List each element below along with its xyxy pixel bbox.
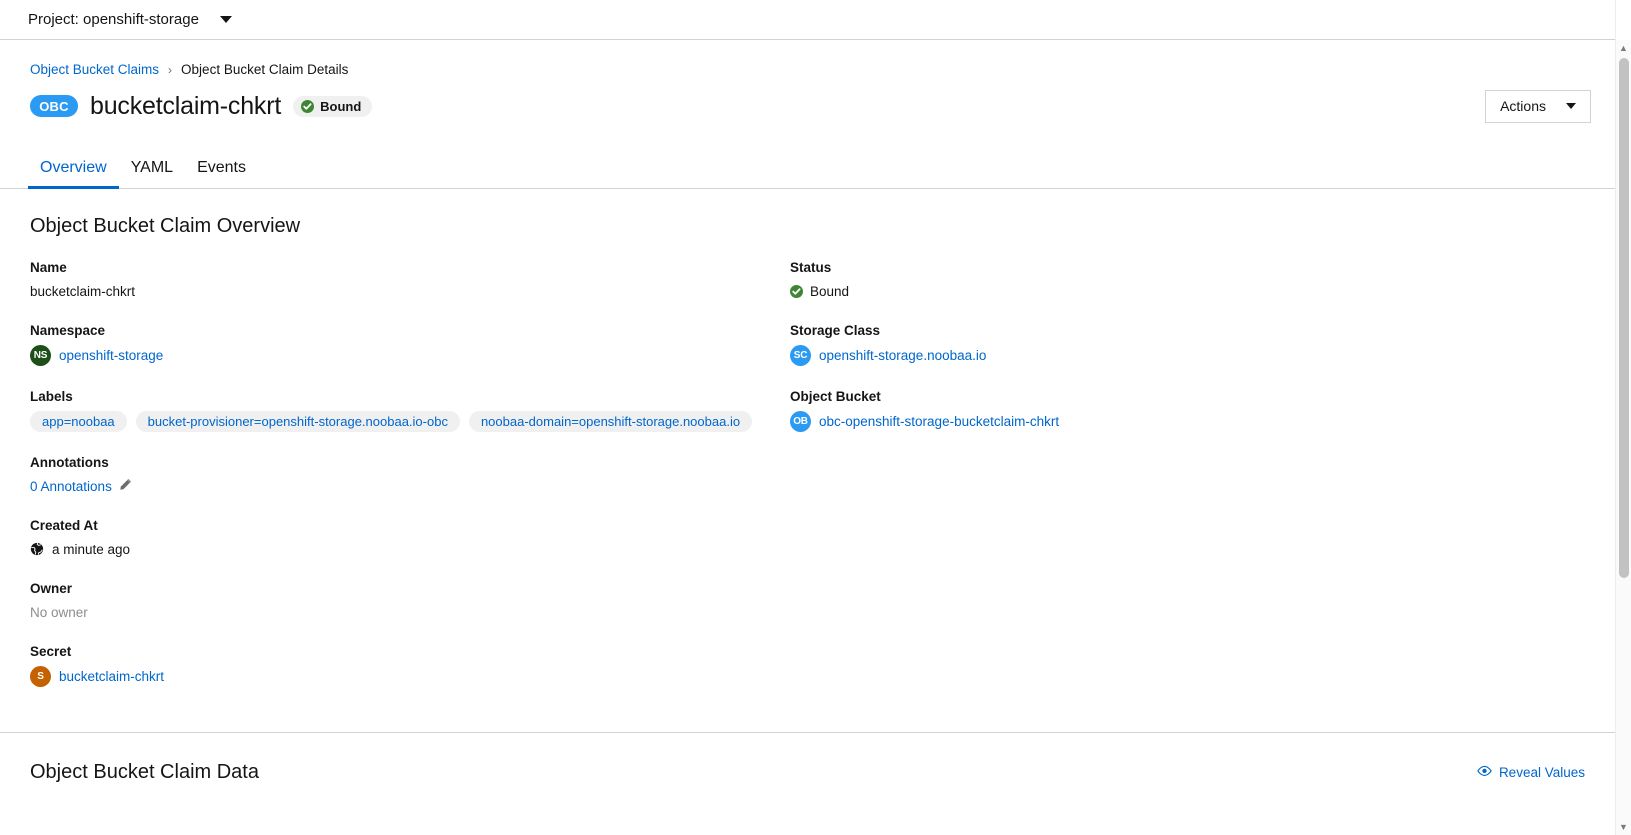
namespace-link[interactable]: openshift-storage (59, 348, 163, 363)
secret-badge-icon: S (30, 666, 51, 687)
field-namespace-label: Namespace (30, 323, 106, 338)
actions-button-label: Actions (1500, 98, 1546, 114)
field-owner-value: No owner (30, 604, 88, 620)
globe-icon (30, 542, 44, 556)
label-chip[interactable]: app=noobaa (30, 411, 127, 432)
tab-bar: Overview YAML Events (0, 145, 1615, 189)
annotations-link[interactable]: 0 Annotations (30, 479, 112, 494)
breadcrumb-current: Object Bucket Claim Details (181, 62, 349, 77)
chevron-down-icon (220, 15, 233, 23)
field-owner-label: Owner (30, 581, 73, 596)
scroll-up-arrow-icon[interactable]: ▲ (1616, 40, 1631, 56)
label-chip-list: app=noobaa bucket-provisioner=openshift-… (30, 411, 753, 432)
tab-overview-label: Overview (40, 159, 107, 176)
content-column: Project: openshift-storage Object Bucket… (0, 0, 1615, 835)
field-storage-class: Storage Class SC openshift-storage.nooba… (790, 323, 1550, 366)
pencil-icon[interactable] (119, 478, 132, 494)
check-circle-icon (790, 284, 803, 298)
actions-button[interactable]: Actions (1485, 89, 1591, 123)
overview-title: Object Bucket Claim Overview (30, 215, 301, 237)
field-annotations-value: 0 Annotations (30, 477, 790, 495)
overview-section: Object Bucket Claim Overview Name bucket… (0, 189, 1615, 710)
breadcrumb-link-object-bucket-claims[interactable]: Object Bucket Claims (30, 62, 159, 77)
field-owner: Owner No owner (30, 581, 790, 621)
field-status: Status Bound (790, 260, 1550, 300)
field-annotations-label: Annotations (30, 455, 109, 470)
tab-events-label: Events (197, 159, 246, 176)
object-bucket-claim-data-section: Object Bucket Claim Data Reveal Values (0, 733, 1615, 784)
field-labels: Labels app=noobaa bucket-provisioner=ope… (30, 389, 790, 432)
status-badge-label: Bound (320, 98, 362, 114)
details-grid: Name bucketclaim-chkrt Namespace NS open… (30, 260, 1585, 710)
field-secret-label: Secret (30, 644, 72, 659)
scrollbar-track-top (1616, 0, 1631, 40)
field-namespace-value: NS openshift-storage (30, 345, 790, 366)
breadcrumb-separator-icon: › (168, 62, 173, 77)
resource-kind-badge: OBC (30, 95, 78, 117)
storage-class-badge-icon: SC (790, 345, 811, 366)
page-root: Project: openshift-storage Object Bucket… (0, 0, 1631, 835)
field-object-bucket-label: Object Bucket (790, 389, 881, 404)
field-status-value: Bound (790, 282, 1550, 300)
project-bar: Project: openshift-storage (0, 0, 1615, 40)
page-title: bucketclaim-chkrt (90, 91, 282, 120)
field-object-bucket-value: OB obc-openshift-storage-bucketclaim-chk… (790, 411, 1550, 432)
field-object-bucket: Object Bucket OB obc-openshift-storage-b… (790, 389, 1550, 432)
field-labels-value: app=noobaa bucket-provisioner=openshift-… (30, 411, 790, 432)
secret-link[interactable]: bucketclaim-chkrt (59, 669, 164, 684)
label-chip[interactable]: noobaa-domain=openshift-storage.noobaa.i… (468, 411, 753, 432)
eye-icon (1477, 765, 1492, 780)
object-bucket-badge-icon: OB (790, 411, 811, 432)
storage-class-link[interactable]: openshift-storage.noobaa.io (819, 348, 986, 363)
tab-events[interactable]: Events (185, 159, 258, 188)
breadcrumb: Object Bucket Claims › Object Bucket Cla… (0, 40, 1615, 77)
scroll-down-arrow-icon[interactable]: ▼ (1616, 819, 1631, 835)
details-right-column: Status Bound Storage Class SC openshift-… (790, 260, 1550, 710)
field-secret: Secret S bucketclaim-chkrt (30, 644, 790, 687)
namespace-badge-icon: NS (30, 345, 51, 366)
scrollbar-thumb[interactable] (1619, 58, 1629, 578)
field-annotations: Annotations 0 Annotations (30, 455, 790, 495)
check-circle-icon (301, 99, 315, 113)
label-chip[interactable]: bucket-provisioner=openshift-storage.noo… (135, 411, 460, 432)
vertical-scrollbar[interactable]: ▲ ▼ (1615, 0, 1631, 835)
field-storage-class-value: SC openshift-storage.noobaa.io (790, 345, 1550, 366)
field-name-label: Name (30, 260, 67, 275)
field-created-at-value: a minute ago (30, 540, 790, 558)
field-secret-value: S bucketclaim-chkrt (30, 666, 790, 687)
tab-overview[interactable]: Overview (28, 159, 119, 189)
field-storage-class-label: Storage Class (790, 323, 881, 338)
project-selector[interactable]: Project: openshift-storage (28, 10, 233, 29)
project-selector-label: Project: openshift-storage (28, 10, 199, 28)
field-created-at-label: Created At (30, 518, 98, 533)
reveal-values-button[interactable]: Reveal Values (1477, 765, 1585, 780)
field-name: Name bucketclaim-chkrt (30, 260, 790, 300)
status-text: Bound (810, 283, 850, 299)
field-namespace: Namespace NS openshift-storage (30, 323, 790, 366)
details-left-column: Name bucketclaim-chkrt Namespace NS open… (30, 260, 790, 710)
created-at-text: a minute ago (52, 541, 131, 557)
data-section-title: Object Bucket Claim Data (30, 761, 259, 783)
reveal-values-label: Reveal Values (1498, 765, 1585, 780)
chevron-down-icon (1566, 103, 1576, 109)
field-labels-label: Labels (30, 389, 73, 404)
field-name-value: bucketclaim-chkrt (30, 283, 136, 299)
page-header: OBC bucketclaim-chkrt Bound Actions (0, 77, 1615, 123)
status-badge: Bound (293, 95, 373, 117)
field-status-label: Status (790, 260, 832, 275)
object-bucket-link[interactable]: obc-openshift-storage-bucketclaim-chkrt (819, 414, 1059, 429)
tab-yaml[interactable]: YAML (119, 159, 185, 188)
tab-yaml-label: YAML (130, 159, 174, 176)
field-created-at: Created At a minute ago (30, 518, 790, 558)
